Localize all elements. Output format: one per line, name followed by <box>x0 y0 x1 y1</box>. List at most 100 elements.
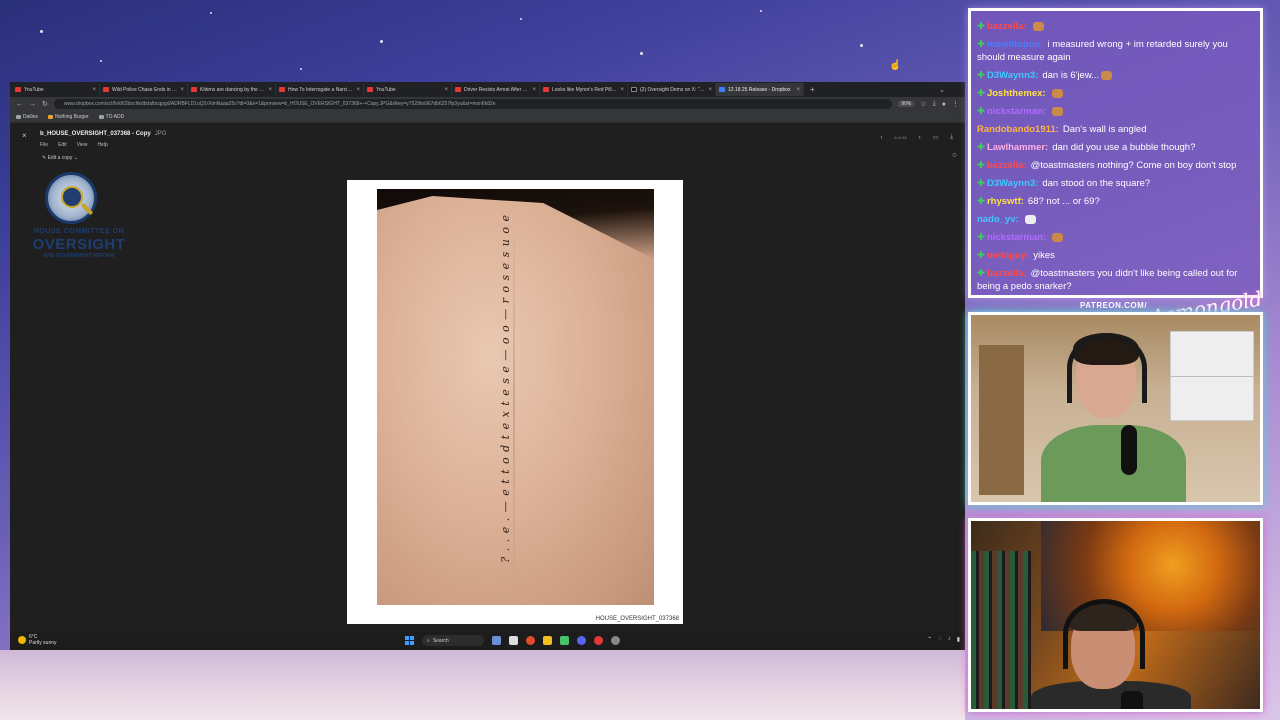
browser-window: YouTube × Wild Police Chase Ends in Crash… <box>10 82 965 650</box>
chat-username: D3Waynn3: <box>986 70 1039 81</box>
close-icon[interactable]: × <box>444 87 448 93</box>
close-icon[interactable]: × <box>180 87 184 93</box>
close-icon[interactable]: × <box>268 87 272 93</box>
tab-youtube-2[interactable]: YouTube × <box>364 83 452 96</box>
forward-icon[interactable]: → <box>29 101 36 108</box>
prev-icon[interactable]: ‹ <box>880 135 882 141</box>
task-view-icon[interactable] <box>492 636 501 645</box>
close-icon[interactable]: × <box>620 87 624 93</box>
profile-icon[interactable]: ● <box>942 101 946 108</box>
close-icon[interactable]: × <box>796 87 800 93</box>
close-icon[interactable]: × <box>356 87 360 93</box>
youtube-icon <box>15 87 21 92</box>
menu-view[interactable]: View <box>77 142 88 148</box>
close-icon[interactable]: × <box>708 87 712 93</box>
battery-icon[interactable]: ▮ <box>957 636 960 643</box>
chat-message: ✚ D3Waynn3: dan is 6'jew... <box>977 69 1254 82</box>
chevron-up-icon[interactable]: ⌃ <box>927 636 932 643</box>
bookmark-dailies[interactable]: Dailies <box>16 114 38 120</box>
tab-label: Looks like Mynor's Red Pill video <box>552 86 617 93</box>
download-icon[interactable]: ⤓ <box>950 134 953 141</box>
menu-help[interactable]: Help <box>97 142 107 148</box>
patreon-label: PATREON.COM/ <box>1080 301 1148 310</box>
zoom-badge[interactable]: 90% <box>898 101 915 107</box>
tab-oversight-dems[interactable]: (2) Oversight Dems on X: "NEW"× <box>628 83 716 96</box>
file-icon[interactable] <box>509 636 518 645</box>
menu-icon[interactable]: ⋮ <box>952 100 959 108</box>
stream-chat: ✚ bazzella: ✚ mowlitopoo: i measured wrong … <box>968 8 1263 298</box>
close-icon[interactable]: × <box>92 87 96 93</box>
logo-text-line1: HOUSE COMMITTEE ON <box>33 228 125 235</box>
obs-icon[interactable] <box>594 636 603 645</box>
chat-message: ✚ bazzella: @toastmasters you didn't like … <box>977 267 1254 293</box>
badge-icon: ✚ <box>977 196 985 207</box>
comment-icon[interactable]: ▭ <box>933 134 939 141</box>
tab-label: YouTube <box>24 86 44 93</box>
tab-police-chase[interactable]: Wild Police Chase Ends in Crash× <box>100 83 188 96</box>
capitol-icon <box>61 186 83 208</box>
bottle-shelf <box>971 551 1031 709</box>
star-icon[interactable]: ☆ <box>920 100 926 108</box>
folder-icon[interactable] <box>543 636 552 645</box>
discord-icon[interactable] <box>577 636 586 645</box>
youtube-icon <box>191 87 197 92</box>
badge-icon: ✚ <box>977 39 985 50</box>
back-icon[interactable]: ← <box>16 101 23 108</box>
reload-icon[interactable]: ↻ <box>42 100 48 108</box>
search-icon: ⌕ <box>427 637 430 644</box>
back-tattoo-photo: ? . . e . — e t t o d t e x t e s e — o … <box>377 189 654 605</box>
youtube-icon <box>455 87 461 92</box>
tab-youtube[interactable]: YouTube × <box>12 83 100 96</box>
edit-copy-button[interactable]: ✎ Edit a copy ⌄ <box>42 155 78 161</box>
new-tab-button[interactable]: + <box>804 85 821 94</box>
document-viewer: HOUSE COMMITTEE ON OVERSIGHT AND GOVERNM… <box>10 165 965 635</box>
file-extension: JPG <box>154 131 167 137</box>
spine-tattoo: ? . . e . — e t t o d t e x t e s e — o … <box>499 214 515 604</box>
tab-label: (2) Oversight Dems on X: "NEW" <box>640 86 705 93</box>
close-icon[interactable]: × <box>22 131 27 140</box>
file-menu: File Edit View Help <box>40 142 108 148</box>
weather-widget[interactable]: 6°C Partly sunny <box>18 634 57 646</box>
taskbar-apps: ⌕ Search <box>405 635 620 646</box>
tab-label: How To Interrogate a Narcissist <box>288 86 354 93</box>
tab-label: 12.18.25 Release - Dropbox <box>728 86 791 93</box>
youtube-icon <box>103 87 109 92</box>
tab-search-icon[interactable]: ⌄ <box>939 86 965 94</box>
volume-icon[interactable]: ♪ <box>948 636 951 643</box>
bookmark-nothing-burger[interactable]: Nothing Burger <box>48 114 89 120</box>
next-icon[interactable]: › <box>919 135 921 141</box>
chat-username: Joshthemex: <box>986 88 1046 99</box>
menu-edit[interactable]: Edit <box>58 142 67 148</box>
headphones-icon <box>1063 599 1145 669</box>
tab-dropbox[interactable]: 12.18.25 Release - Dropbox × <box>716 83 804 96</box>
bookmark-to-add[interactable]: TO ADD <box>98 114 124 120</box>
search-label: Search <box>432 637 449 644</box>
app-icon[interactable] <box>560 636 569 645</box>
tab-driver-resists[interactable]: Driver Resists Arrest After Refusing× <box>452 83 540 96</box>
preview-toolbar: ‹ 6 of 66 › ▭ ⤓ <box>880 134 953 141</box>
taskbar-search[interactable]: ⌕ Search <box>422 635 484 646</box>
youtube-icon <box>279 87 285 92</box>
url-input[interactable]: www.dropbox.com/scl/fo/d62bochkdbdalbcqp… <box>53 99 893 109</box>
chat-username: nado_yv: <box>977 214 1019 225</box>
dropbox-icon <box>719 87 725 92</box>
bookmark-label: Nothing Burger <box>55 113 89 120</box>
menu-file[interactable]: File <box>40 142 48 148</box>
system-tray: ⌃ ◌ ♪ ▮ <box>927 636 960 643</box>
network-icon[interactable]: ◌ <box>938 636 942 643</box>
chrome-icon[interactable] <box>526 636 535 645</box>
chat-username: bazzella: <box>986 268 1027 279</box>
tab-interrogate[interactable]: How To Interrogate a Narcissist × <box>276 83 364 96</box>
chat-message: ✚ metaguy: yikes <box>977 249 1254 262</box>
tab-kittens[interactable]: Kittens are dancing by the trash × <box>188 83 276 96</box>
badge-icon: ✚ <box>977 70 985 81</box>
windows-start-icon[interactable] <box>405 636 414 645</box>
download-icon[interactable]: ⤓ <box>933 100 936 108</box>
chat-message: ✚ Joshthemex: <box>977 87 1254 100</box>
media-icon[interactable] <box>611 636 620 645</box>
emote-icon <box>1024 214 1036 224</box>
close-icon[interactable]: × <box>532 87 536 93</box>
info-icon[interactable]: ⊙ <box>952 152 957 159</box>
emote-icon <box>1052 106 1064 116</box>
tab-red-pill[interactable]: Looks like Mynor's Red Pill video× <box>540 83 628 96</box>
